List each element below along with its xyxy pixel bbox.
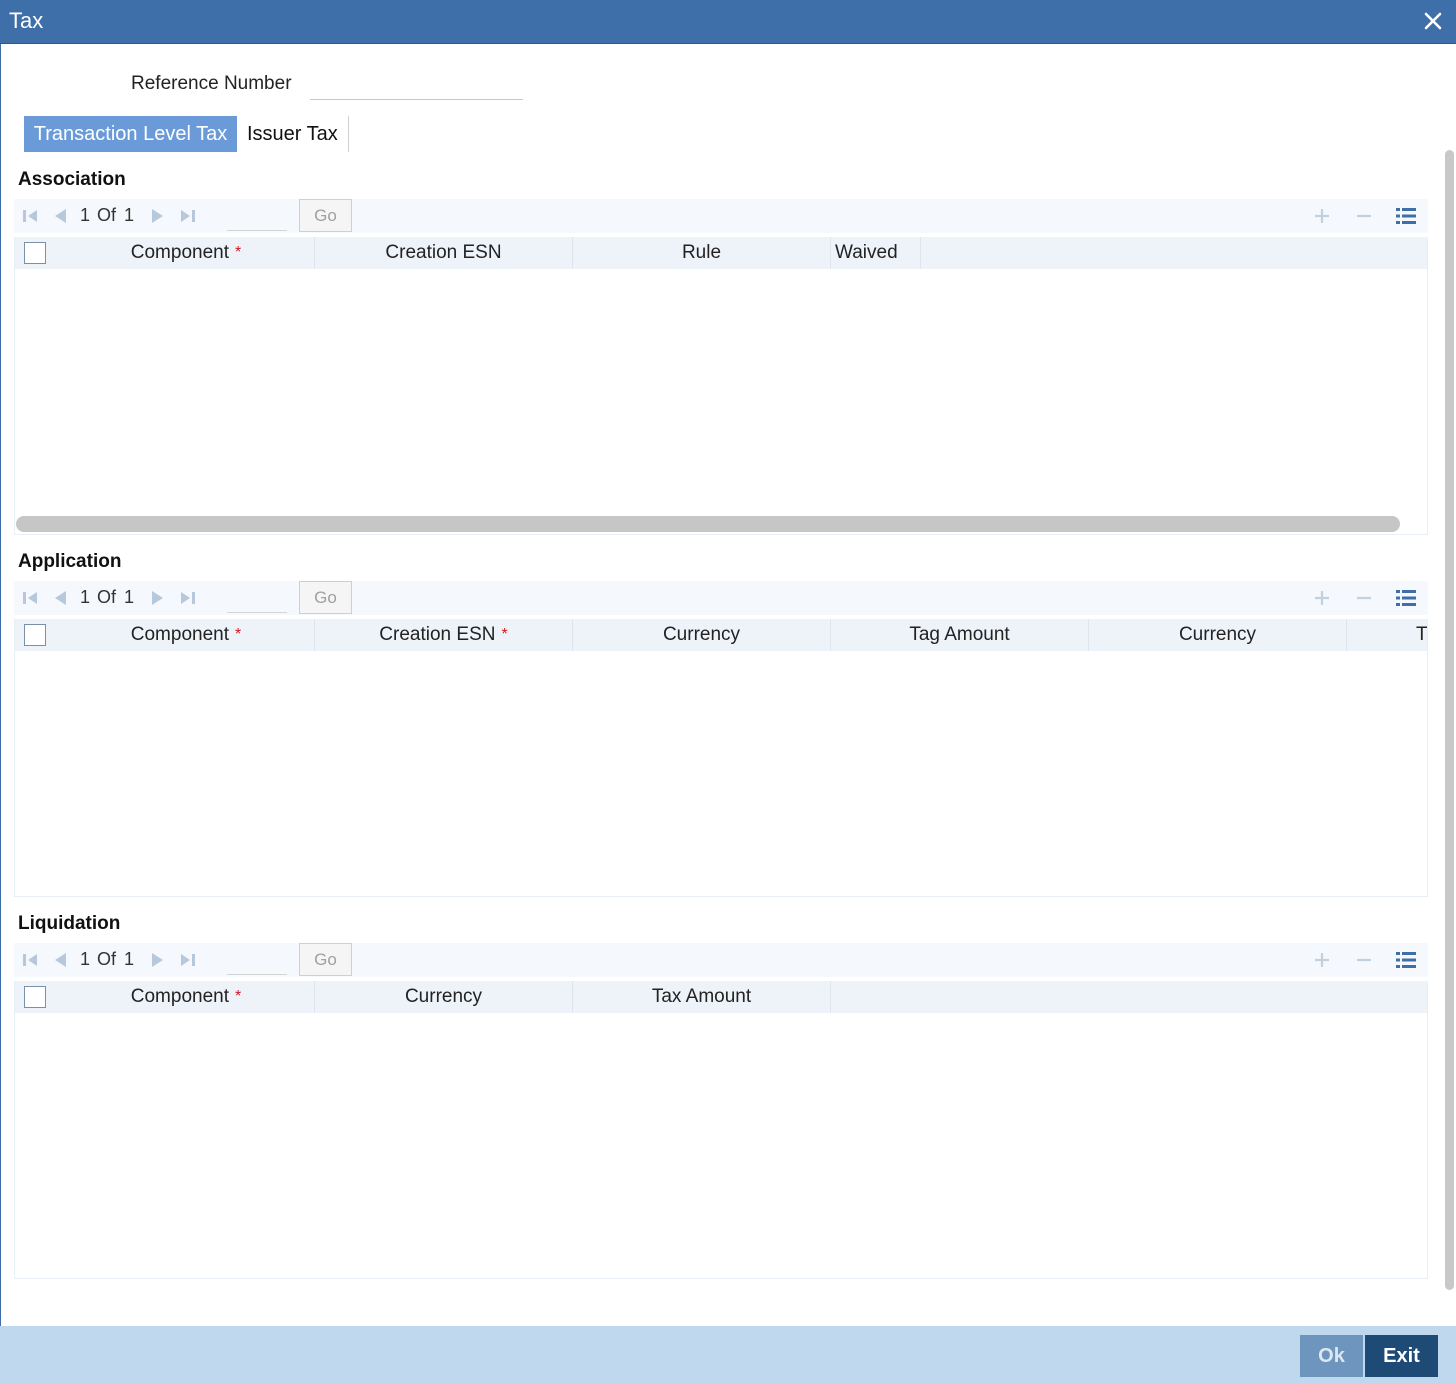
total-pages: 1 [124, 949, 135, 969]
select-all-checkbox[interactable] [24, 624, 46, 646]
go-button[interactable]: Go [299, 943, 352, 976]
first-page-icon[interactable] [20, 588, 40, 608]
column-header[interactable]: Currency [573, 619, 831, 651]
add-row-icon[interactable] [1311, 205, 1333, 227]
previous-page-icon[interactable] [50, 588, 70, 608]
ok-button[interactable]: Ok [1300, 1335, 1363, 1377]
association-section-title: Association [18, 169, 126, 190]
window-frame [0, 44, 1, 1326]
reference-number-label: Reference Number [131, 73, 292, 94]
column-header[interactable]: Currency [315, 981, 573, 1013]
application-toolbar: 1 Of 1 Go [14, 581, 1428, 615]
tab-transaction-level-tax[interactable]: Transaction Level Tax [24, 116, 237, 152]
add-row-icon[interactable] [1311, 949, 1333, 971]
column-header[interactable]: T [1347, 619, 1427, 651]
last-page-icon[interactable] [178, 950, 198, 970]
add-row-icon[interactable] [1311, 587, 1333, 609]
column-header[interactable]: Component * [58, 981, 315, 1013]
select-all-checkbox[interactable] [24, 242, 46, 264]
current-page: 1 [80, 587, 91, 607]
total-pages: 1 [124, 205, 135, 225]
liquidation-grid: Component * Currency Tax Amount [14, 981, 1428, 1279]
select-all-cell [15, 237, 58, 269]
last-page-icon[interactable] [178, 206, 198, 226]
vertical-scrollbar[interactable] [1445, 150, 1454, 1290]
total-pages: 1 [124, 587, 135, 607]
current-page: 1 [80, 205, 91, 225]
liquidation-section-title: Liquidation [18, 913, 121, 934]
page-number-input[interactable] [227, 945, 287, 975]
select-all-cell [15, 619, 58, 651]
select-all-cell [15, 981, 58, 1013]
application-section-title: Application [18, 551, 122, 572]
next-page-icon[interactable] [148, 588, 168, 608]
association-grid-header: Component * Creation ESN Rule Waived [15, 237, 1427, 269]
application-grid-header: Component * Creation ESN * Currency Tag Am… [15, 619, 1427, 651]
column-header[interactable]: Component * [58, 619, 315, 651]
next-page-icon[interactable] [148, 950, 168, 970]
association-toolbar: 1 Of 1 Go [14, 199, 1428, 233]
delete-row-icon[interactable] [1353, 587, 1375, 609]
current-page: 1 [80, 949, 91, 969]
application-grid: Component * Creation ESN * Currency Tag Am… [14, 619, 1428, 897]
first-page-icon[interactable] [20, 950, 40, 970]
last-page-icon[interactable] [178, 588, 198, 608]
previous-page-icon[interactable] [50, 950, 70, 970]
column-header[interactable]: Tag Amount [831, 619, 1089, 651]
page-of-label: Of [97, 587, 117, 607]
select-all-checkbox[interactable] [24, 986, 46, 1008]
close-icon [1424, 12, 1442, 30]
exit-button[interactable]: Exit [1365, 1335, 1438, 1377]
window-titlebar: Tax [0, 0, 1456, 44]
go-button[interactable]: Go [299, 199, 352, 232]
reference-number-input[interactable] [310, 70, 523, 100]
close-button[interactable] [1418, 6, 1448, 36]
association-grid: Component * Creation ESN Rule Waived [14, 237, 1428, 535]
window-title: Tax [9, 8, 44, 33]
page-of-label: Of [97, 205, 117, 225]
column-header[interactable]: Tax Amount [573, 981, 831, 1013]
liquidation-toolbar: 1 Of 1 Go [14, 943, 1428, 977]
column-header[interactable]: Creation ESN [315, 237, 573, 269]
first-page-icon[interactable] [20, 206, 40, 226]
single-view-icon[interactable] [1395, 205, 1417, 227]
dialog-footer: Ok Exit [0, 1326, 1456, 1384]
page-number-input[interactable] [227, 583, 287, 613]
next-page-icon[interactable] [148, 206, 168, 226]
horizontal-scrollbar[interactable] [16, 516, 1400, 532]
column-header[interactable]: Rule [573, 237, 831, 269]
page-of-label: Of [97, 949, 117, 969]
single-view-icon[interactable] [1395, 949, 1417, 971]
liquidation-grid-header: Component * Currency Tax Amount [15, 981, 1427, 1013]
delete-row-icon[interactable] [1353, 205, 1375, 227]
column-header[interactable]: Currency [1089, 619, 1347, 651]
tab-issuer-tax[interactable]: Issuer Tax [237, 116, 349, 152]
go-button[interactable]: Go [299, 581, 352, 614]
column-header[interactable]: Component * [58, 237, 315, 269]
delete-row-icon[interactable] [1353, 949, 1375, 971]
column-header[interactable]: Creation ESN * [315, 619, 573, 651]
page-number-input[interactable] [227, 201, 287, 231]
column-header[interactable]: Waived [831, 237, 921, 269]
previous-page-icon[interactable] [50, 206, 70, 226]
single-view-icon[interactable] [1395, 587, 1417, 609]
